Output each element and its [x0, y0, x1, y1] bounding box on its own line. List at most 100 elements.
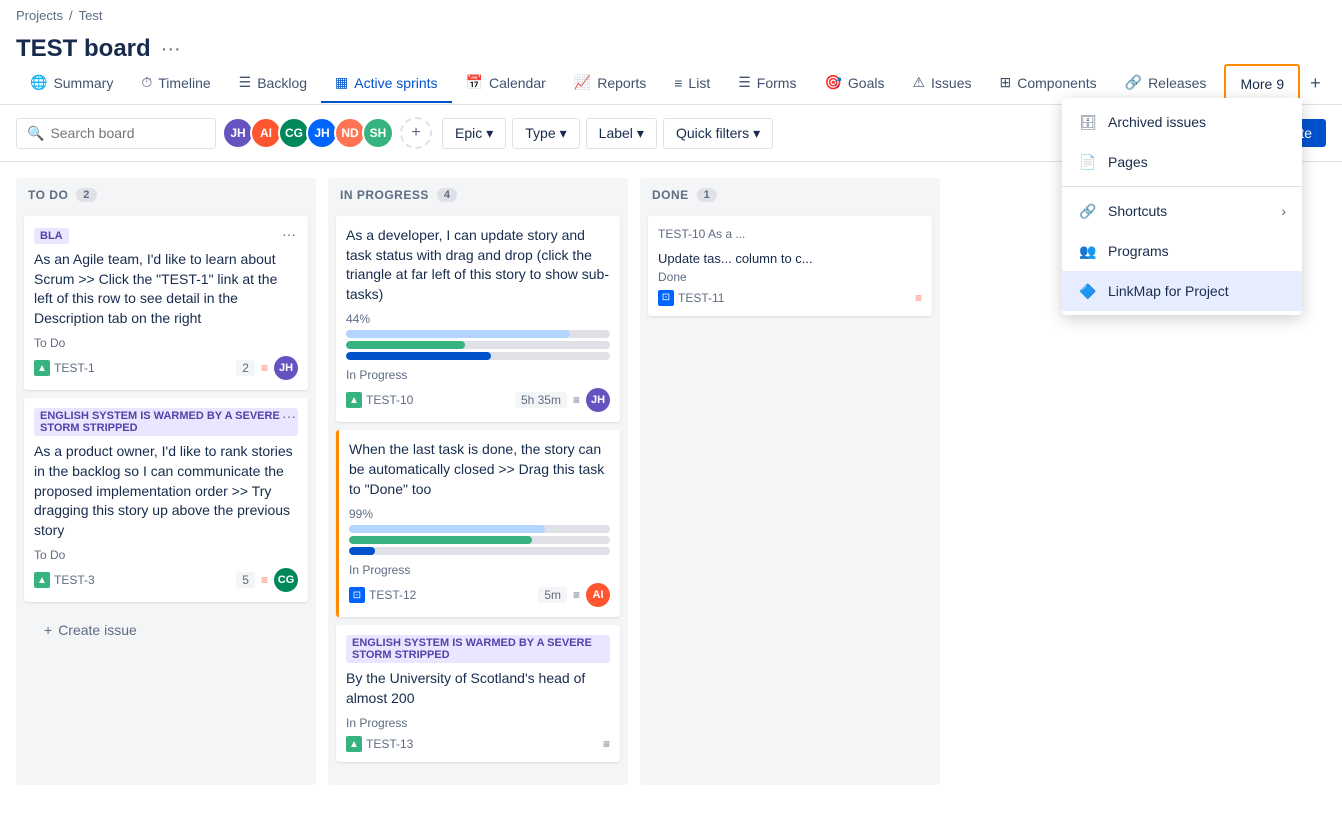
nav-tab-timeline[interactable]: ⏱ Timeline: [127, 64, 224, 103]
priority-icon-card-1: ≡: [261, 361, 268, 375]
card-status-card-5: In Progress: [346, 716, 610, 730]
add-tab-button[interactable]: +: [1300, 63, 1331, 104]
header-more-dots[interactable]: ···: [161, 38, 181, 61]
card-card-2[interactable]: ··· ENGLISH SYSTEM IS WARMED BY A SEVERE…: [24, 398, 308, 602]
card-text-card-3: As a developer, I can update story and t…: [346, 226, 610, 304]
card-footer-done-1: ⊡ TEST-11 ≡: [658, 290, 922, 306]
card-status-card-1: To Do: [34, 336, 298, 350]
avatar-a6[interactable]: SH: [362, 117, 394, 149]
dropdown-item-pages[interactable]: 📄 Pages: [1062, 142, 1302, 182]
search-icon: 🔍: [27, 125, 44, 142]
card-points-card-1: 2: [236, 360, 255, 376]
card-card-5[interactable]: ENGLISH SYSTEM IS WARMED BY A SEVERE STO…: [336, 625, 620, 762]
column-cards-todo: ··· BLA As an Agile team, I'd like to le…: [16, 212, 316, 785]
project-link[interactable]: Test: [79, 8, 103, 23]
add-member-button[interactable]: +: [400, 117, 432, 149]
card-meta-card-2: 5 ≡ CG: [236, 568, 298, 592]
dropdown-label-programs: Programs: [1108, 243, 1169, 259]
column-title-todo: TO DO: [28, 188, 68, 202]
card-footer-card-1: ▲ TEST-1 2 ≡ JH: [34, 356, 298, 380]
column-inprogress: IN PROGRESS 4 As a developer, I can upda…: [328, 178, 628, 785]
filter-label-label: Label: [599, 125, 633, 141]
priority-icon-card-5: ≡: [603, 737, 610, 751]
tab-label-reports: Reports: [597, 75, 646, 91]
card-card-4[interactable]: When the last task is done, the story ca…: [336, 430, 620, 617]
column-title-done: DONE: [652, 188, 689, 202]
tab-label-issues: Issues: [931, 75, 971, 91]
dropdown-icon-programs: 👥: [1078, 241, 1098, 261]
nav-tab-backlog[interactable]: ☰ Backlog: [225, 64, 321, 103]
nav-tab-summary[interactable]: 🌐Summary: [16, 64, 127, 103]
column-count-done: 1: [697, 188, 718, 202]
card-issue-id-card-1: TEST-1: [54, 361, 95, 375]
search-input[interactable]: [50, 125, 205, 141]
card-done-1[interactable]: TEST-10 As a ... Update tas... column to…: [648, 216, 932, 316]
more-dropdown-menu: 🗄 Archived issues 📄 Pages 🔗 Shortcuts › …: [1062, 98, 1302, 315]
issue-type-icon-card-4: ⊡: [349, 587, 365, 603]
tab-label-timeline: Timeline: [158, 75, 210, 91]
priority-icon-card-3: ≡: [573, 393, 580, 407]
card-tag-card-2: ENGLISH SYSTEM IS WARMED BY A SEVERE STO…: [34, 408, 298, 436]
filter-epic[interactable]: Epic▾: [442, 118, 506, 149]
dropdown-item-shortcuts[interactable]: 🔗 Shortcuts ›: [1062, 191, 1302, 231]
dropdown-item-linkmap[interactable]: 🔷 LinkMap for Project: [1062, 271, 1302, 311]
column-cards-done: TEST-10 As a ... Update tas... column to…: [640, 212, 940, 785]
card-id-card-1: ▲ TEST-1: [34, 360, 95, 376]
search-box[interactable]: 🔍: [16, 118, 216, 149]
priority-icon-card-4: ≡: [573, 588, 580, 602]
card-meta-card-1: 2 ≡ JH: [236, 356, 298, 380]
more-tab-label: More: [1240, 76, 1272, 92]
card-text-card-4: When the last task is done, the story ca…: [349, 440, 610, 499]
tab-icon-reports: 📈: [574, 74, 591, 91]
dropdown-item-programs[interactable]: 👥 Programs: [1062, 231, 1302, 271]
tab-icon-backlog: ☰: [239, 74, 252, 91]
nav-tab-calendar[interactable]: 📅Calendar: [452, 64, 560, 103]
card-card-3[interactable]: As a developer, I can update story and t…: [336, 216, 620, 422]
column-header-done: DONE 1: [640, 178, 940, 212]
card-footer-card-3: ▲ TEST-10 5h 35m ≡ JH: [346, 388, 610, 412]
nav-tab-reports[interactable]: 📈 Reports: [560, 64, 660, 103]
tab-label-releases: Releases: [1148, 75, 1206, 91]
card-id-done-1: ⊡ TEST-11: [658, 290, 724, 306]
filter-type[interactable]: Type▾: [512, 118, 579, 149]
card-avatar-card-4: AI: [586, 583, 610, 607]
tab-icon-timeline: ⏱: [141, 74, 152, 91]
nav-tab-list[interactable]: ≡ List: [660, 65, 724, 103]
tab-label-backlog: Backlog: [257, 75, 307, 91]
card-tag-card-1: BLA: [34, 228, 69, 244]
card-issue-id-card-4: TEST-12: [369, 588, 416, 602]
card-footer-card-5: ▲ TEST-13 ≡: [346, 736, 610, 752]
tab-icon-list: ≡: [674, 75, 682, 91]
column-cards-inprogress: As a developer, I can update story and t…: [328, 212, 628, 785]
filter-quick-filters[interactable]: Quick filters▾: [663, 118, 773, 149]
card-points-card-2: 5: [236, 572, 255, 588]
page-title: TEST board: [16, 35, 151, 63]
filter-label[interactable]: Label▾: [586, 118, 657, 149]
nav-tab-active-sprints[interactable]: ▦Active sprints: [321, 64, 451, 103]
create-issue-button[interactable]: + Create issue: [32, 614, 300, 646]
column-count-inprogress: 4: [437, 188, 458, 202]
filter-buttons: Epic▾Type▾Label▾Quick filters▾: [442, 118, 773, 149]
dropdown-icon-shortcuts: 🔗: [1078, 201, 1098, 221]
plus-icon: +: [44, 622, 52, 638]
card-meta-done-1: ≡: [915, 291, 922, 305]
filter-chevron-type: ▾: [560, 125, 567, 142]
card-issue-id-card-3: TEST-10: [366, 393, 413, 407]
card-text-card-5: By the University of Scotland's head of …: [346, 669, 610, 708]
nav-tab-issues[interactable]: ⚠Issues: [898, 64, 985, 103]
tab-icon-releases: 🔗: [1125, 74, 1142, 91]
tab-label-forms: Forms: [757, 75, 797, 91]
dropdown-label-linkmap: LinkMap for Project: [1108, 283, 1229, 299]
projects-link[interactable]: Projects: [16, 8, 63, 23]
column-header-inprogress: IN PROGRESS 4: [328, 178, 628, 212]
dropdown-item-archived-issues[interactable]: 🗄 Archived issues: [1062, 102, 1302, 142]
tab-label-list: List: [688, 75, 710, 91]
tab-icon-active-sprints: ▦: [335, 74, 348, 91]
card-card-1[interactable]: ··· BLA As an Agile team, I'd like to le…: [24, 216, 308, 390]
card-dots-card-2[interactable]: ···: [278, 406, 300, 426]
nav-tab-goals[interactable]: 🎯Goals: [810, 64, 898, 103]
nav-tab-forms[interactable]: ☰Forms: [724, 64, 810, 103]
card-dots-card-1[interactable]: ···: [278, 224, 300, 244]
issue-type-icon-card-3: ▲: [346, 392, 362, 408]
card-status-card-2: To Do: [34, 548, 298, 562]
